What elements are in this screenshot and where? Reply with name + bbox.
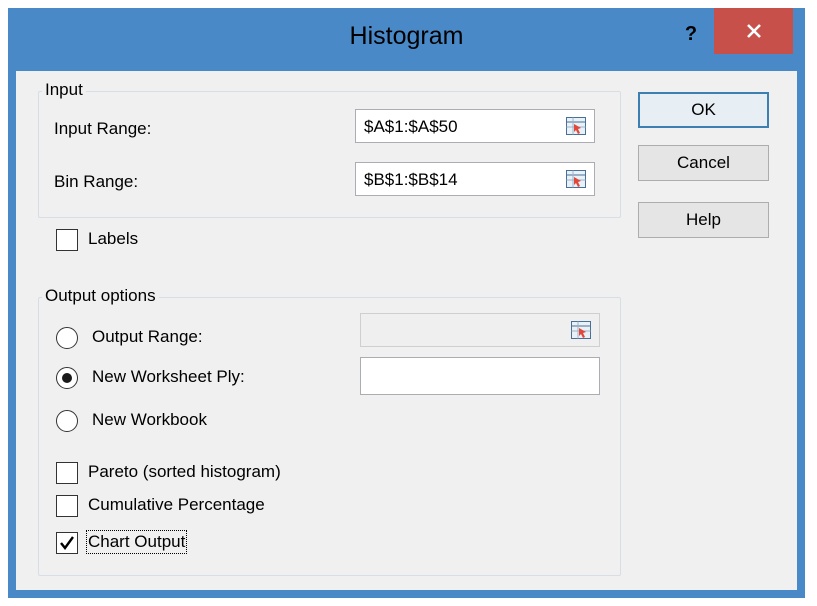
close-icon [747,24,761,38]
output-range-collapse-button[interactable] [564,315,598,345]
output-range-radio[interactable] [56,327,78,349]
bin-range-field[interactable]: $B$1:$B$14 [355,162,595,196]
chart-output-label: Chart Output [85,530,188,554]
output-range-field[interactable] [360,313,600,347]
bin-range-collapse-button[interactable] [559,164,593,194]
chart-output-checkbox[interactable] [56,532,78,554]
cumulative-percentage-checkbox[interactable] [56,495,78,517]
range-select-icon [566,117,586,135]
input-range-value: $A$1:$A$50 [364,117,458,136]
title-bar[interactable]: Histogram ? [8,8,805,71]
input-range-field[interactable]: $A$1:$A$50 [355,109,595,143]
new-worksheet-ply-field[interactable] [360,357,600,395]
bin-range-label: Bin Range: [54,172,139,191]
pareto-checkbox[interactable] [56,462,78,484]
new-workbook-label: New Workbook [92,410,207,429]
histogram-dialog: Histogram ? Input Input Range: $A$1:$A$5… [8,8,805,598]
input-range-collapse-button[interactable] [559,111,593,141]
ok-button[interactable]: OK [638,92,769,128]
new-worksheet-ply-label: New Worksheet Ply: [92,367,245,386]
new-workbook-radio[interactable] [56,410,78,432]
output-options-group-title: Output options [42,286,159,306]
input-range-label: Input Range: [54,119,152,138]
dialog-body: Input Input Range: $A$1:$A$50 Bin Range:… [16,71,797,590]
output-range-label: Output Range: [92,327,203,346]
radio-selected-dot [62,373,72,383]
close-button[interactable] [714,8,793,54]
cumulative-percentage-label: Cumulative Percentage [88,495,265,514]
pareto-label: Pareto (sorted histogram) [88,462,281,481]
help-button[interactable]: Help [638,202,769,238]
help-icon[interactable]: ? [676,20,706,50]
bin-range-value: $B$1:$B$14 [364,170,458,189]
labels-checkbox-label: Labels [88,229,139,248]
range-select-icon [571,321,591,339]
range-select-icon [566,170,586,188]
checkmark-icon [60,536,74,550]
cancel-button[interactable]: Cancel [638,145,769,181]
new-worksheet-ply-radio[interactable] [56,367,78,389]
labels-checkbox[interactable] [56,229,78,251]
input-group-title: Input [42,80,86,100]
